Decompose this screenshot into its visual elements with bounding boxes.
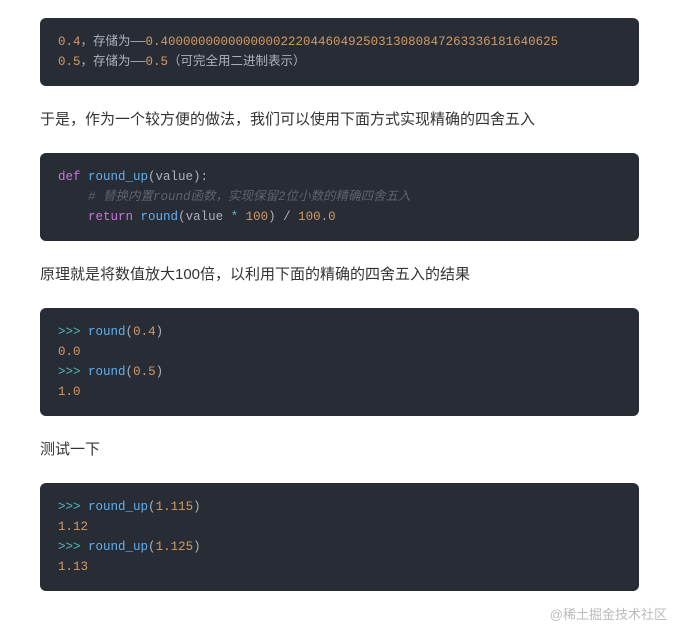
code-operator: *: [231, 210, 239, 224]
code-number: 1.115: [156, 500, 194, 514]
code-block-roundup-def: def round_up(value): # 替换内置round函数，实现保留2…: [40, 153, 639, 241]
code-token: 0.5: [58, 55, 81, 69]
code-token: 0.4: [58, 35, 81, 49]
code-token: ，存储为——: [81, 55, 146, 69]
code-function: round: [88, 325, 126, 339]
code-token: [81, 500, 89, 514]
paragraph: 于是，作为一个较方便的做法，我们可以使用下面方式实现精确的四舍五入: [40, 106, 639, 133]
code-comment: # 替换内置round函数，实现保留2位小数的精确四舍五入: [58, 190, 411, 204]
code-token: [133, 210, 141, 224]
code-token: (: [148, 500, 156, 514]
code-output: 0.0: [58, 345, 81, 359]
code-function: round: [88, 365, 126, 379]
code-number: 100: [246, 210, 269, 224]
code-output: 1.13: [58, 560, 88, 574]
code-block-round-demo: >>> round(0.4) 0.0 >>> round(0.5) 1.0: [40, 308, 639, 416]
code-function: round_up: [81, 170, 149, 184]
code-token: ): [193, 500, 201, 514]
code-number: 0.4: [133, 325, 156, 339]
code-output: 1.0: [58, 385, 81, 399]
code-block-storage: 0.4，存储为——0.40000000000000002220446049250…: [40, 18, 639, 86]
code-token: (: [178, 210, 186, 224]
code-token: ): [268, 210, 276, 224]
code-token: 5: [551, 35, 559, 49]
paragraph: 原理就是将数值放大100倍，以利用下面的精确的四舍五入的结果: [40, 261, 639, 288]
code-token: [81, 325, 89, 339]
code-token: [81, 365, 89, 379]
code-prompt: >>>: [58, 500, 81, 514]
watermark: @稀土掘金技术社区: [550, 604, 667, 623]
code-number: 1.125: [156, 540, 194, 554]
code-token: [81, 540, 89, 554]
code-token: （可完全用二进制表示）: [168, 55, 306, 69]
code-token: 0.5: [146, 55, 169, 69]
code-token: (: [126, 365, 134, 379]
code-function: round_up: [88, 500, 148, 514]
code-token: (: [126, 325, 134, 339]
code-token: value: [186, 210, 231, 224]
code-function: round: [141, 210, 179, 224]
code-block-roundup-test: >>> round_up(1.115) 1.12 >>> round_up(1.…: [40, 483, 639, 591]
code-output: 1.12: [58, 520, 88, 534]
code-token: ): [193, 540, 201, 554]
code-keyword: def: [58, 170, 81, 184]
code-token: ): [156, 325, 164, 339]
code-prompt: >>>: [58, 540, 81, 554]
code-number: 0.5: [133, 365, 156, 379]
code-token: /: [276, 210, 299, 224]
code-function: round_up: [88, 540, 148, 554]
code-token: ，存储为——: [81, 35, 146, 49]
code-keyword: return: [88, 210, 133, 224]
code-params: (value): [148, 170, 201, 184]
code-prompt: >>>: [58, 325, 81, 339]
code-number: 100.0: [298, 210, 336, 224]
code-token: :: [201, 170, 209, 184]
code-token: ): [156, 365, 164, 379]
code-token: [238, 210, 246, 224]
code-token: (: [148, 540, 156, 554]
code-token: [58, 210, 88, 224]
code-prompt: >>>: [58, 365, 81, 379]
paragraph: 测试一下: [40, 436, 639, 463]
code-token: 0.40000000000000002220446049250313080847…: [146, 35, 551, 49]
